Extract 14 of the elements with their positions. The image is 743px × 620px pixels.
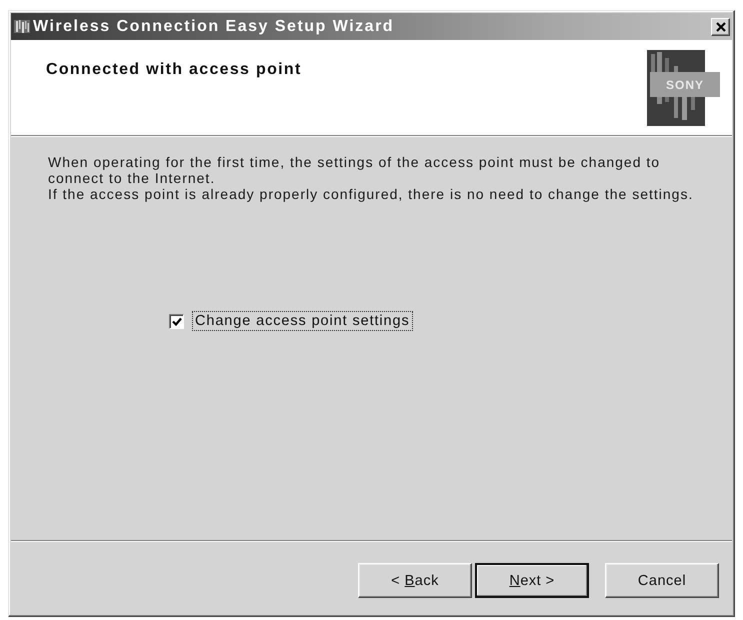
logo-label: SONY bbox=[650, 72, 720, 97]
close-button[interactable] bbox=[711, 18, 730, 36]
checkmark-icon bbox=[172, 316, 182, 326]
dialog-button[interactable]: Cancel bbox=[605, 563, 719, 598]
close-icon bbox=[716, 22, 726, 32]
dialog-button[interactable]: Next > bbox=[475, 563, 589, 598]
window-title: Wireless Connection Easy Setup Wizard bbox=[33, 18, 396, 36]
page-heading: Connected with access point bbox=[46, 61, 302, 79]
checkbox[interactable] bbox=[169, 314, 184, 328]
checkbox-label[interactable]: Change access point settings bbox=[192, 311, 413, 331]
instruction-text: When operating for the first time, the settings of the access point must be changed to connect to the Internet. bbox=[48, 154, 662, 186]
bars-icon bbox=[14, 20, 30, 33]
dialog-button[interactable]: < Back bbox=[358, 563, 472, 598]
instruction-text: If the access point is already properly configured, there is no need to change the settings. bbox=[48, 186, 694, 202]
